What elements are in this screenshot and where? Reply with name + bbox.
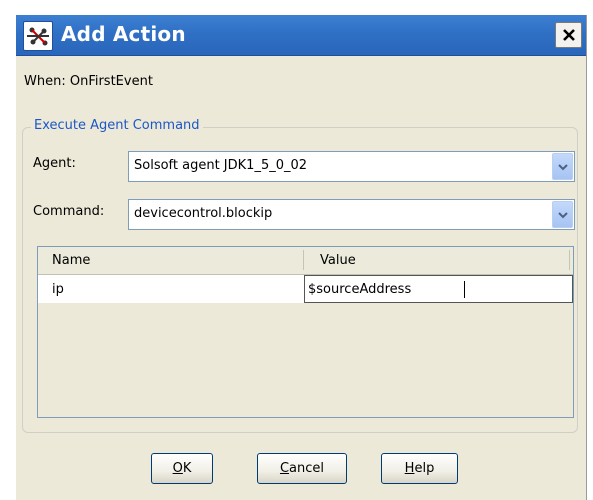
- column-header-value[interactable]: Value: [320, 253, 356, 268]
- chevron-down-icon: [558, 212, 568, 219]
- close-button[interactable]: [555, 22, 582, 48]
- table-row[interactable]: ip $sourceAddress: [38, 275, 573, 303]
- cancel-button[interactable]: Cancel: [257, 453, 347, 484]
- column-header-name[interactable]: Name: [52, 253, 90, 268]
- agent-selected-value: Solsoft agent JDK1_5_0_02: [134, 158, 308, 173]
- action-icon: [23, 21, 53, 51]
- ok-mnemonic: O: [172, 461, 183, 476]
- agent-select[interactable]: Solsoft agent JDK1_5_0_02: [128, 151, 575, 182]
- help-button[interactable]: Help: [381, 453, 458, 484]
- column-divider[interactable]: [569, 250, 570, 270]
- ok-label-rest: K: [182, 461, 192, 476]
- cancel-label-rest: ancel: [289, 461, 325, 476]
- close-icon: [563, 29, 575, 41]
- add-action-dialog: Add Action When: OnFirstEvent Execute Ag…: [0, 0, 593, 500]
- dialog-title: Add Action: [61, 22, 186, 46]
- dialog-body: When: OnFirstEvent Execute Agent Command…: [16, 56, 586, 500]
- command-select[interactable]: devicecontrol.blockip: [128, 199, 575, 230]
- param-value-text: $sourceAddress: [308, 282, 412, 297]
- param-value-editor[interactable]: $sourceAddress: [304, 275, 573, 303]
- param-name-cell: ip: [52, 282, 64, 297]
- chevron-down-icon: [558, 164, 568, 171]
- command-dropdown-button[interactable]: [552, 201, 573, 228]
- parameters-table: Name Value ip $sourceAddress: [37, 246, 574, 418]
- cancel-mnemonic: C: [279, 461, 290, 476]
- ok-button[interactable]: OK: [151, 453, 213, 484]
- help-label-rest: elp: [414, 461, 435, 476]
- command-selected-value: devicecontrol.blockip: [134, 206, 273, 221]
- help-mnemonic: H: [404, 461, 415, 476]
- agent-dropdown-button[interactable]: [552, 153, 573, 180]
- column-divider[interactable]: [303, 250, 304, 270]
- dialog-border: [586, 15, 587, 500]
- table-header: Name Value: [38, 247, 573, 275]
- agent-label: Agent:: [33, 156, 76, 171]
- text-caret: [464, 281, 465, 298]
- group-label: Execute Agent Command: [31, 118, 203, 133]
- event-label: When: OnFirstEvent: [24, 74, 153, 89]
- command-label: Command:: [33, 204, 105, 219]
- title-bar[interactable]: Add Action: [16, 15, 586, 56]
